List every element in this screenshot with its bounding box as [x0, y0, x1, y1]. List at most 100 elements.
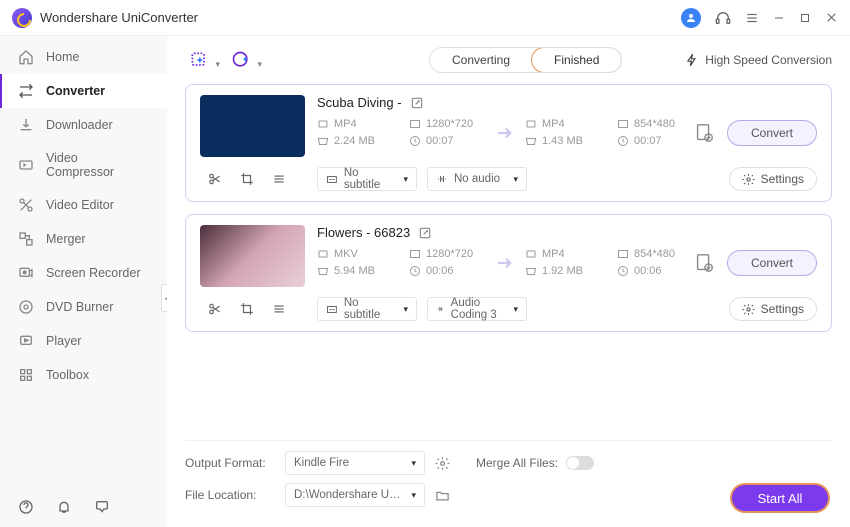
add-dvd-button[interactable]: ▾ [227, 46, 255, 74]
sidebar-item-label: DVD Burner [46, 300, 113, 314]
src-size: 5.94 MB [317, 265, 409, 277]
subtitle-dropdown[interactable]: No subtitle▾ [317, 297, 417, 321]
output-format-dropdown[interactable]: Kindle Fire▾ [285, 451, 425, 475]
effects-icon[interactable] [272, 302, 286, 316]
merge-label: Merge All Files: [476, 456, 558, 470]
dst-size: 1.92 MB [525, 265, 617, 277]
trim-icon[interactable] [208, 172, 222, 186]
app-title: Wondershare UniConverter [40, 10, 681, 25]
sidebar-item-downloader[interactable]: Downloader [0, 108, 167, 142]
add-file-button[interactable]: ▾ [185, 46, 213, 74]
sidebar-item-merger[interactable]: Merger [0, 222, 167, 256]
sidebar-item-label: Video Compressor [46, 151, 149, 179]
output-settings-icon[interactable] [693, 122, 715, 144]
merger-icon [18, 231, 34, 247]
status-tabs: Converting Finished [429, 47, 622, 73]
dvd-icon [18, 299, 34, 315]
close-icon[interactable] [825, 11, 838, 24]
content-area: ▾ ▾ Converting Finished High Speed Conve… [167, 36, 850, 527]
toolbox-icon [18, 367, 34, 383]
video-thumbnail[interactable] [200, 225, 305, 287]
file-title: Scuba Diving - [317, 95, 402, 110]
recorder-icon [18, 265, 34, 281]
edit-title-icon[interactable] [410, 96, 424, 110]
sidebar-item-label: Home [46, 50, 79, 64]
output-settings-icon[interactable] [693, 252, 715, 274]
sidebar-item-label: Screen Recorder [46, 266, 141, 280]
account-icon[interactable] [681, 8, 701, 28]
help-icon[interactable] [18, 499, 34, 515]
src-dur: 00:07 [409, 135, 485, 147]
sidebar-item-home[interactable]: Home [0, 40, 167, 74]
sidebar-item-toolbox[interactable]: Toolbox [0, 358, 167, 392]
settings-button[interactable]: Settings [729, 167, 817, 191]
src-dur: 00:06 [409, 265, 485, 277]
high-speed-label: High Speed Conversion [705, 53, 832, 67]
sidebar-item-compressor[interactable]: Video Compressor [0, 142, 167, 188]
src-format: MP4 [317, 118, 409, 130]
sidebar-item-label: Merger [46, 232, 86, 246]
menu-icon[interactable] [745, 11, 759, 25]
crop-icon[interactable] [240, 172, 254, 186]
dst-res: 854*480 [617, 118, 693, 130]
audio-dropdown[interactable]: No audio▾ [427, 167, 527, 191]
file-card: Scuba Diving - MP42.24 MB 1280*72000:07 … [185, 84, 832, 202]
sidebar-item-dvd[interactable]: DVD Burner [0, 290, 167, 324]
downloader-icon [18, 117, 34, 133]
open-folder-icon[interactable] [435, 488, 450, 503]
trim-icon[interactable] [208, 302, 222, 316]
sidebar-item-converter[interactable]: Converter [0, 74, 167, 108]
convert-button[interactable]: Convert [727, 250, 817, 276]
arrow-icon [485, 254, 525, 272]
file-location-dropdown[interactable]: D:\Wondershare UniConverter▾ [285, 483, 425, 507]
sidebar-item-editor[interactable]: Video Editor [0, 188, 167, 222]
file-card: Flowers - 66823 MKV 5.94 MB 1280*720 00:06… [185, 214, 832, 332]
high-speed-conversion[interactable]: High Speed Conversion [685, 53, 832, 67]
bell-icon[interactable] [56, 499, 72, 515]
effects-icon[interactable] [272, 172, 286, 186]
sidebar-item-label: Player [46, 334, 81, 348]
dst-format: MP4 [525, 118, 617, 130]
bottom-panel: Output Format: Kindle Fire▾ Merge All Fi… [185, 440, 832, 527]
tab-converting[interactable]: Converting [430, 48, 532, 72]
dst-dur: 00:06 [617, 265, 693, 277]
dst-format: MP4 [525, 248, 617, 260]
sidebar-item-label: Video Editor [46, 198, 114, 212]
output-format-label: Output Format: [185, 456, 275, 470]
src-size: 2.24 MB [317, 135, 409, 147]
sidebar-item-label: Downloader [46, 118, 113, 132]
app-logo-icon [12, 8, 32, 28]
sidebar-item-label: Toolbox [46, 368, 89, 382]
file-title: Flowers - 66823 [317, 225, 410, 240]
crop-icon[interactable] [240, 302, 254, 316]
convert-button[interactable]: Convert [727, 120, 817, 146]
sidebar-item-recorder[interactable]: Screen Recorder [0, 256, 167, 290]
compressor-icon [18, 157, 34, 173]
titlebar: Wondershare UniConverter [0, 0, 850, 36]
src-format: MKV [317, 248, 409, 260]
format-settings-icon[interactable] [435, 456, 450, 471]
video-thumbnail[interactable] [200, 95, 305, 157]
converter-icon [18, 83, 34, 99]
dst-dur: 00:07 [617, 135, 693, 147]
dst-res: 854*480 [617, 248, 693, 260]
settings-button[interactable]: Settings [729, 297, 817, 321]
player-icon [18, 333, 34, 349]
headset-icon[interactable] [715, 10, 731, 26]
dst-size: 1.43 MB [525, 135, 617, 147]
merge-toggle[interactable] [566, 456, 594, 470]
arrow-icon [485, 124, 525, 142]
audio-dropdown[interactable]: Audio Coding 3▾ [427, 297, 527, 321]
sidebar: Home Converter Downloader Video Compress… [0, 36, 167, 527]
start-all-button[interactable]: Start All [730, 483, 830, 513]
feedback-icon[interactable] [94, 499, 110, 515]
minimize-icon[interactable] [773, 12, 785, 24]
tab-finished[interactable]: Finished [531, 47, 622, 73]
sidebar-item-label: Converter [46, 84, 105, 98]
src-res: 1280*720 [409, 248, 485, 260]
edit-title-icon[interactable] [418, 226, 432, 240]
editor-icon [18, 197, 34, 213]
subtitle-dropdown[interactable]: No subtitle▾ [317, 167, 417, 191]
sidebar-item-player[interactable]: Player [0, 324, 167, 358]
maximize-icon[interactable] [799, 12, 811, 24]
